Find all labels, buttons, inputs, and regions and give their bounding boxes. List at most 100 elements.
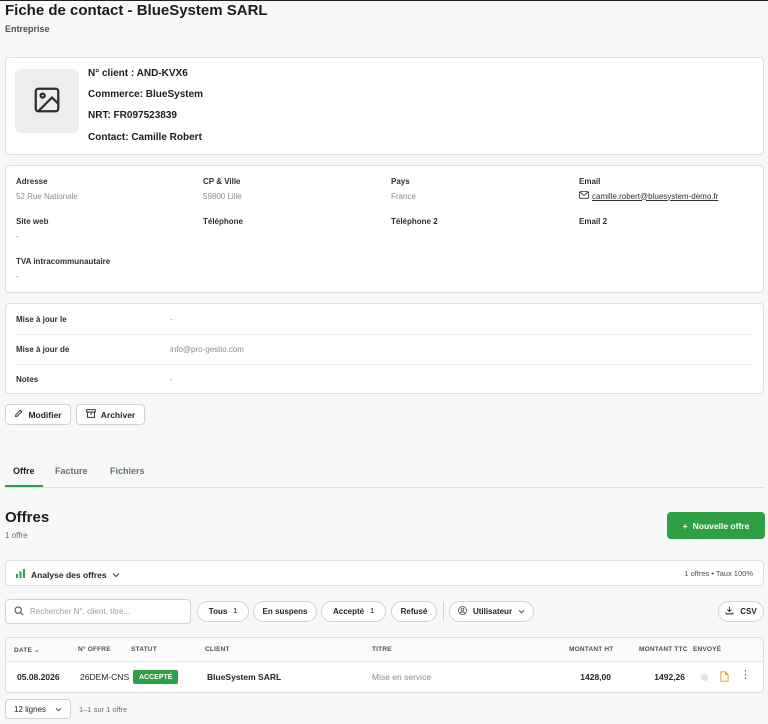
col-titre[interactable]: TITRE [372, 646, 392, 653]
contact-summary-card: N° client : AND-KVX6 Commerce: BlueSyste… [5, 57, 764, 155]
avatar [15, 69, 79, 133]
adresse-value: 52 Rue Nationale [16, 192, 78, 201]
cp-ville-label: CP & Ville [203, 177, 241, 186]
more-actions-icon[interactable]: ⋮ [740, 670, 751, 681]
table-header: DATE ⌄ N° OFFRE STATUT CLIENT TITRE MONT… [6, 638, 763, 662]
status-badge: ACCEPTÉ [133, 670, 179, 684]
email-label: Email [579, 177, 601, 186]
adresse-label: Adresse [16, 177, 48, 186]
table-row[interactable]: 05.08.2026 26DEM-CNS ACCEPTÉ BlueSystem … [6, 662, 763, 692]
page-size-value: 12 lignes [14, 704, 47, 714]
row-number: 26DEM-CNS [80, 672, 130, 682]
new-offer-label: Nouvelle offre [692, 520, 750, 531]
edit-button[interactable]: Modifier [5, 404, 71, 425]
col-client[interactable]: CLIENT [205, 646, 230, 653]
filter-accepte[interactable]: Accepté 1 [321, 601, 386, 622]
offers-search-input[interactable]: Rechercher N°, client, titre... [5, 599, 191, 624]
address-card: Adresse 52 Rue Nationale CP & Ville 5980… [5, 165, 764, 293]
email-link[interactable]: camille.robert@bluesystem-demo.fr [579, 191, 718, 201]
filter-count: 1 [233, 608, 238, 615]
offers-analysis-bar[interactable]: Analyse des offres 1 offres • Taux 100% [5, 560, 764, 586]
meta-label: Mise à jour le [16, 314, 67, 324]
page-title: Fiche de contact - BlueSystem SARL [5, 2, 268, 19]
chevron-down-icon [518, 607, 525, 616]
new-offer-button[interactable]: + Nouvelle offre [667, 512, 765, 539]
analysis-label: Analyse des offres [31, 569, 107, 580]
bar-chart-icon [16, 569, 26, 580]
user-icon [458, 606, 467, 617]
meta-row-updated-by: Mise à jour de info@pro-gestio.com [16, 334, 753, 364]
meta-label: Notes [16, 375, 39, 384]
tabs: Offre Facture Fichiers [5, 460, 764, 488]
email-value: camille.robert@bluesystem-demo.fr [592, 191, 719, 201]
tab-offre[interactable]: Offre [13, 466, 35, 476]
col-statut[interactable]: STATUT [131, 646, 157, 653]
sent-status-dot [701, 674, 708, 681]
row-date: 05.08.2026 [17, 672, 60, 682]
col-montant-ttc[interactable]: MONTANT TTC [639, 646, 688, 653]
download-icon [725, 606, 734, 617]
archive-label: Archiver [100, 409, 136, 420]
meta-value: info@pro-gestio.com [170, 345, 244, 354]
document-icon[interactable] [720, 671, 729, 684]
meta-value: - [170, 314, 173, 324]
filter-en-suspens[interactable]: En suspens [253, 601, 317, 622]
meta-label: Mise à jour de [16, 345, 70, 354]
page-size-select[interactable]: 12 lignes [5, 699, 71, 719]
offers-table: DATE ⌄ N° OFFRE STATUT CLIENT TITRE MONT… [5, 637, 764, 693]
nrt-number: NRT: FR097523839 [88, 110, 177, 121]
row-title: Mise en service [372, 672, 432, 682]
tva-value: - [16, 272, 19, 281]
page-subtitle: Entreprise [5, 24, 50, 34]
pencil-icon [14, 409, 23, 420]
filter-label: En suspens [262, 607, 308, 616]
commerce-name: Commerce: BlueSystem [88, 89, 204, 100]
telephone2-label: Téléphone 2 [391, 217, 438, 226]
user-filter-label: Utilisateur [472, 607, 513, 616]
row-client: BlueSystem SARL [207, 672, 282, 682]
user-filter-dropdown[interactable]: Utilisateur [449, 601, 534, 622]
chevron-down-icon [112, 570, 120, 580]
telephone-label: Téléphone [203, 217, 244, 226]
col-envoye[interactable]: ENVOYÉ [693, 646, 721, 653]
col-numero[interactable]: N° OFFRE [78, 646, 111, 653]
plus-icon: + [682, 520, 688, 531]
mail-icon [579, 191, 589, 201]
row-montant-ht: 1428,00 [580, 672, 611, 682]
row-montant-ttc: 1492,26 [654, 672, 685, 682]
filter-label: Refusé [400, 607, 428, 616]
meta-row-updated-on: Mise à jour le - [16, 304, 753, 334]
meta-value: - [170, 375, 173, 384]
edit-label: Modifier [28, 409, 62, 420]
image-placeholder-icon [32, 85, 62, 117]
csv-export-button[interactable]: CSV [718, 601, 764, 622]
filter-label: Accepté [332, 607, 365, 616]
filter-label: Tous [208, 607, 228, 616]
col-date[interactable]: DATE ⌄ [14, 646, 40, 654]
filter-refuse[interactable]: Refusé [391, 601, 437, 622]
meta-card: Mise à jour le - Mise à jour de info@pro… [5, 303, 764, 394]
search-placeholder: Rechercher N°, client, titre... [30, 607, 131, 616]
email2-label: Email 2 [579, 217, 608, 226]
analysis-toggle[interactable]: Analyse des offres [16, 569, 120, 580]
sort-down-icon: ⌄ [34, 647, 40, 654]
csv-label: CSV [740, 607, 757, 616]
cp-ville-value: 59800 Lille [203, 192, 242, 201]
pager-info: 1–1 sur 1 offre [79, 705, 128, 714]
pays-value: France [391, 192, 416, 201]
tva-label: TVA intracommunautaire [16, 257, 111, 266]
tab-fichiers[interactable]: Fichiers [110, 466, 145, 476]
filter-tous[interactable]: Tous 1 [197, 601, 249, 622]
filter-separator [443, 602, 444, 621]
contact-name: Contact: Camille Robert [88, 132, 202, 143]
chevron-down-icon [55, 705, 62, 714]
offers-title: Offres [5, 509, 50, 526]
pays-label: Pays [391, 177, 410, 186]
archive-icon [86, 409, 96, 420]
top-border [0, 0, 768, 1]
site-web-label: Site web [16, 217, 49, 226]
site-web-value: - [16, 232, 19, 241]
tab-facture[interactable]: Facture [55, 466, 88, 476]
col-montant-ht[interactable]: MONTANT HT [569, 646, 613, 653]
archive-button[interactable]: Archiver [76, 404, 145, 425]
